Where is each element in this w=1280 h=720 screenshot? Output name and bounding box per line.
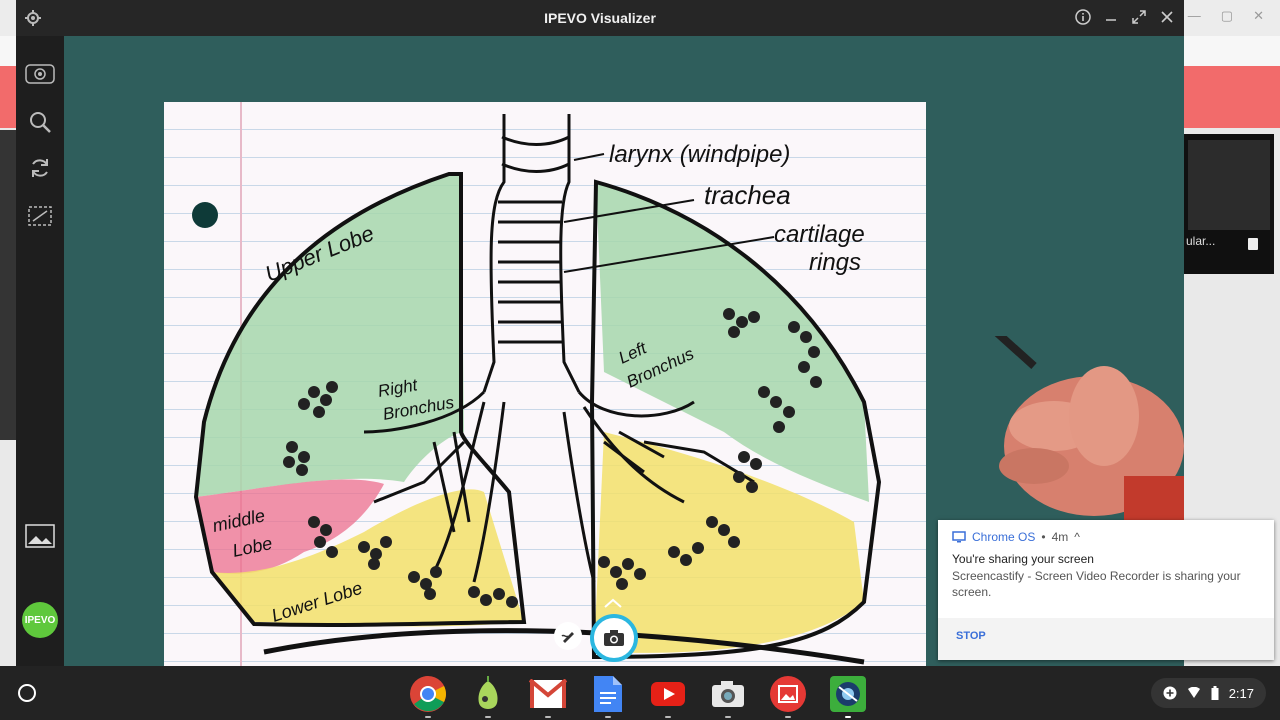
- label-trachea: trachea: [704, 180, 791, 210]
- fullscreen-icon[interactable]: [1130, 8, 1148, 26]
- zoom-search-icon[interactable]: [24, 106, 56, 138]
- gmail-app-icon[interactable]: [528, 674, 568, 718]
- system-status-tray[interactable]: 2:17: [1150, 678, 1266, 708]
- pinned-apps: [408, 674, 868, 718]
- capture-controls: [554, 596, 654, 666]
- pear-deck-app-icon[interactable]: [468, 674, 508, 718]
- trash-icon[interactable]: [1248, 238, 1258, 250]
- background-video-panel: ular...: [1184, 134, 1274, 274]
- notification-source: Chrome OS: [972, 530, 1036, 544]
- add-circle-icon: [1163, 686, 1177, 700]
- camera-app-icon[interactable]: [708, 674, 748, 718]
- clock-time: 2:17: [1228, 685, 1254, 701]
- bg-close-icon[interactable]: ✕: [1253, 8, 1264, 24]
- screen-sharing-notification: Chrome OS • 4m ^ You're sharing your scr…: [938, 520, 1274, 660]
- close-icon[interactable]: [1158, 8, 1176, 26]
- notification-header: Chrome OS • 4m ^: [952, 530, 1080, 544]
- notification-separator: •: [1041, 530, 1046, 544]
- video-thumbnail[interactable]: [1188, 140, 1270, 230]
- annotation-pen-button[interactable]: [554, 622, 582, 650]
- wifi-icon: [1187, 687, 1200, 698]
- chevron-up-small-icon[interactable]: ^: [1074, 530, 1080, 544]
- chevron-up-icon[interactable]: [602, 596, 624, 614]
- window-controls: [1074, 8, 1176, 26]
- ipevo-logo[interactable]: IPEVO: [22, 602, 58, 638]
- monitor-icon: [952, 531, 966, 543]
- chrome-app-icon[interactable]: [408, 674, 448, 718]
- rotate-icon[interactable]: [24, 152, 56, 184]
- info-icon[interactable]: [1074, 8, 1092, 26]
- bg-minimize-icon[interactable]: —: [1188, 8, 1201, 24]
- notification-body: Screencastify - Screen Video Recorder is…: [952, 569, 1241, 599]
- window-titlebar: IPEVO Visualizer: [16, 0, 1184, 36]
- gallery-image-icon[interactable]: [24, 520, 56, 552]
- gallery-app-icon[interactable]: [768, 674, 808, 718]
- battery-icon: [1211, 686, 1219, 700]
- docs-app-icon[interactable]: [588, 674, 628, 718]
- notification-actions: STOP: [938, 618, 1274, 660]
- lungs-diagram: larynx (windpipe) trachea cartilage ring…: [193, 114, 882, 665]
- ipevo-visualizer-app-icon[interactable]: [828, 674, 868, 718]
- window-title: IPEVO Visualizer: [544, 10, 656, 26]
- label-larynx: larynx (windpipe): [609, 141, 790, 168]
- live-view-icon[interactable]: [24, 58, 56, 90]
- side-toolbar: IPEVO: [16, 36, 64, 666]
- bg-maximize-icon[interactable]: ▢: [1221, 8, 1233, 24]
- minimize-icon[interactable]: [1102, 8, 1120, 26]
- notebook-paper: larynx (windpipe) trachea cartilage ring…: [164, 102, 926, 666]
- label-rings: rings: [809, 249, 861, 276]
- trachea: [482, 114, 581, 393]
- launcher-button[interactable]: [18, 684, 36, 702]
- background-window-controls: — ▢ ✕: [1188, 8, 1264, 24]
- notification-title: You're sharing your screen: [952, 552, 1094, 566]
- capture-camera-button[interactable]: [590, 614, 638, 662]
- notification-age: 4m: [1051, 530, 1069, 544]
- os-shelf: 2:17: [0, 666, 1280, 720]
- crop-settings-icon[interactable]: [24, 200, 56, 232]
- video-title: ular...: [1186, 234, 1216, 248]
- youtube-app-icon[interactable]: [648, 674, 688, 718]
- background-left-strip: [0, 130, 16, 440]
- stop-sharing-button[interactable]: STOP: [956, 630, 986, 642]
- label-cartilage: cartilage: [774, 221, 865, 248]
